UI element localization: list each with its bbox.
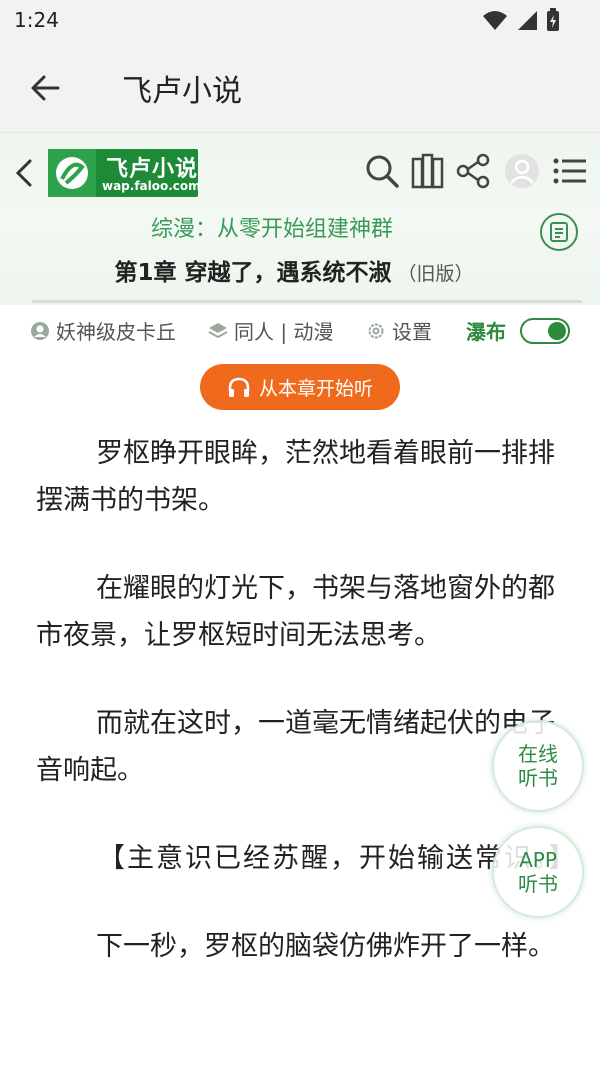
header-divider: [32, 300, 582, 303]
arrow-left-icon: [31, 75, 60, 101]
battery-icon: [547, 8, 559, 31]
search-icon: [366, 155, 399, 188]
chapter-version-note: （旧版）: [397, 263, 474, 285]
user-avatar-icon: [505, 154, 539, 188]
layers-icon: [208, 322, 228, 338]
gear-icon: [368, 323, 384, 338]
user-avatar-button[interactable]: [502, 151, 542, 191]
logo-url: wap.faloo.com: [102, 179, 201, 193]
author-icon: [31, 321, 49, 340]
app-title: 飞卢小说: [122, 74, 242, 109]
online-listen-button[interactable]: 在线 听书: [492, 720, 584, 812]
author-name: 妖神级皮卡丘: [56, 320, 176, 344]
chapter-title: 第1章 穿越了，遇系统不淑 （旧版）: [0, 253, 588, 287]
status-icons: [482, 8, 560, 32]
headphones-icon: [228, 377, 250, 397]
listen-button-label: 从本章开始听: [258, 377, 373, 400]
toggle-knob: [548, 322, 566, 340]
status-bar: 1:24: [0, 0, 600, 40]
chapter-title-text: 第1章 穿越了，遇系统不淑: [114, 260, 392, 286]
site-back-button[interactable]: [10, 153, 38, 193]
wifi-icon: [483, 11, 507, 30]
bookshelf-icon: [411, 153, 444, 189]
waterfall-label: 瀑布: [466, 320, 506, 344]
document-icon: [550, 222, 568, 242]
chapter-content: 罗枢睁开眼眸，茫然地看着眼前一排排摆满书的书架。 在耀眼的灯光下，书架与落地窗外…: [36, 430, 578, 1011]
app-bar: 飞卢小说: [0, 40, 600, 132]
book-title[interactable]: 综漫：从零开始组建神群: [0, 211, 544, 243]
waterfall-toggle[interactable]: [520, 318, 570, 344]
site-header: 飞卢小说 wap.faloo.com 综漫：从零开始组建神群 第1章 穿越了，遇…: [0, 132, 600, 305]
signal-icon: [518, 11, 537, 30]
share-button[interactable]: [454, 151, 494, 191]
paragraph: 【主意识已经苏醒，开始输送常识。】: [98, 843, 578, 874]
chevron-left-icon: [15, 159, 32, 187]
online-listen-label: 在线 听书: [518, 742, 558, 790]
search-button[interactable]: [362, 151, 402, 191]
back-button[interactable]: [24, 66, 68, 110]
settings-label: 设置: [392, 320, 432, 344]
bookshelf-button[interactable]: [408, 151, 448, 191]
app-listen-label: APP 听书: [518, 848, 558, 896]
menu-icon: [553, 158, 586, 184]
menu-button[interactable]: [550, 151, 590, 191]
status-time: 1:24: [14, 8, 59, 32]
paragraph: 在耀眼的灯光下，书架与落地窗外的都市夜景，让罗枢短时间无法思考。: [36, 573, 555, 651]
category-link[interactable]: 同人 | 动漫: [208, 316, 333, 345]
directory-button[interactable]: [540, 213, 578, 251]
share-icon: [456, 153, 490, 189]
paragraph: 下一秒，罗枢的脑袋仿佛炸开了一样。: [96, 931, 555, 962]
category-label: 同人 | 动漫: [234, 320, 334, 344]
paragraph: 罗枢睁开眼眸，茫然地看着眼前一排排摆满书的书架。: [36, 438, 555, 516]
logo-mark-icon: [48, 149, 96, 197]
site-logo[interactable]: 飞卢小说 wap.faloo.com: [48, 149, 201, 197]
author-link[interactable]: 妖神级皮卡丘: [30, 316, 176, 345]
listen-from-chapter-button[interactable]: 从本章开始听: [200, 364, 400, 410]
paragraph: 而就在这时，一道毫无情绪起伏的电子音响起。: [36, 708, 555, 786]
app-listen-button[interactable]: APP 听书: [492, 826, 584, 918]
settings-link[interactable]: 设置: [366, 316, 432, 345]
